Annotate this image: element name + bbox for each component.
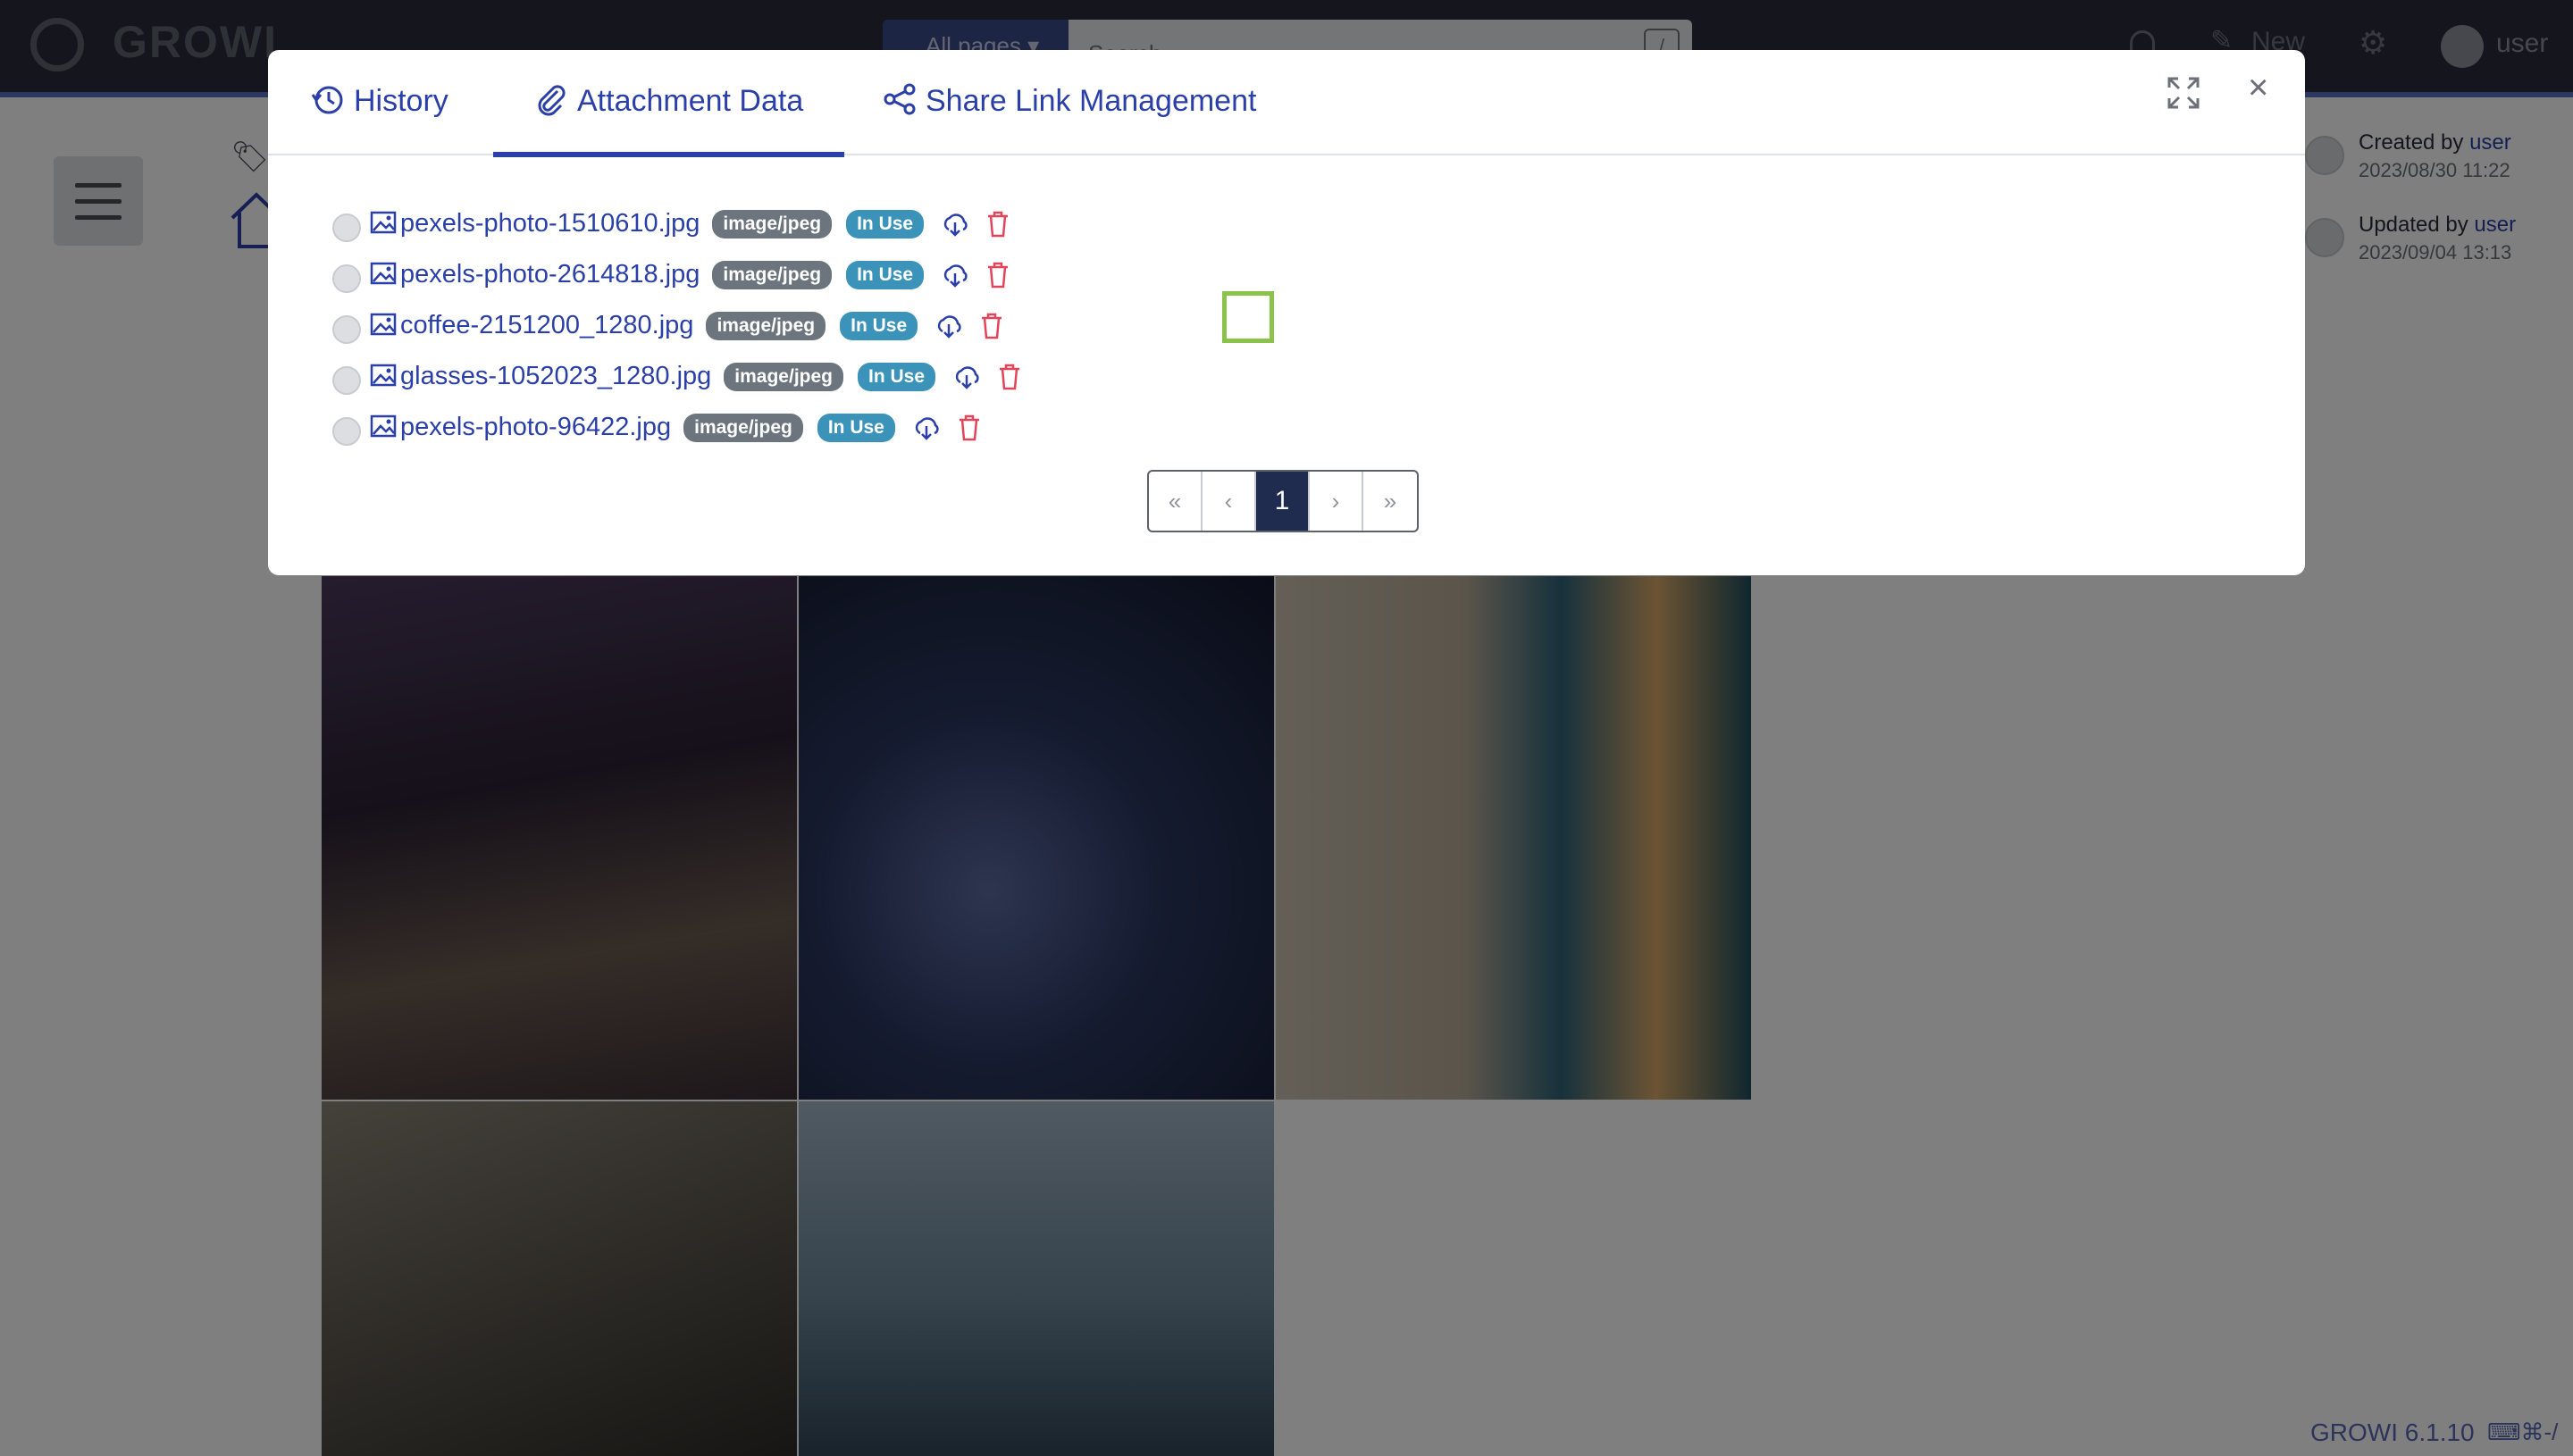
attachment-list: pexels-photo-1510610.jpg image/jpeg In Use… — [332, 198, 1023, 453]
attachment-link[interactable]: pexels-photo-96422.jpg — [400, 413, 671, 442]
attachment-row: coffee-2151200_1280.jpg image/jpeg In Use — [332, 300, 1023, 351]
uploader-avatar — [332, 213, 361, 242]
mime-type-badge: image/jpeg — [712, 260, 833, 289]
expand-icon[interactable] — [2166, 75, 2201, 111]
mime-type-badge: image/jpeg — [706, 311, 826, 340]
image-icon — [370, 262, 397, 284]
uploader-avatar — [332, 416, 361, 446]
tab-share-link-management[interactable]: Share Link Management — [883, 50, 1256, 155]
page-prev-button[interactable]: ‹ — [1203, 472, 1256, 531]
image-icon — [370, 313, 397, 335]
download-icon[interactable] — [953, 364, 980, 389]
modal-tab-bar: History Attachment Data Share Link Manag… — [268, 50, 2305, 157]
close-icon[interactable]: × — [2248, 70, 2268, 105]
paperclip-icon — [538, 85, 566, 116]
mime-type-badge: image/jpeg — [712, 209, 833, 238]
delete-highlight — [1222, 291, 1274, 343]
mime-type-badge: image/jpeg — [724, 362, 843, 391]
uploader-avatar — [332, 365, 361, 395]
attachment-link[interactable]: glasses-1052023_1280.jpg — [400, 362, 711, 391]
download-icon[interactable] — [942, 212, 968, 237]
tab-history[interactable]: History — [311, 50, 448, 155]
attachment-row: pexels-photo-96422.jpg image/jpeg In Use — [332, 402, 1023, 453]
attachment-row: glasses-1052023_1280.jpg image/jpeg In Use — [332, 351, 1023, 402]
history-icon — [311, 86, 343, 114]
page-accessories-modal: History Attachment Data Share Link Manag… — [268, 50, 2305, 575]
tab-history-label: History — [354, 84, 448, 118]
trash-icon[interactable] — [996, 363, 1023, 391]
trash-icon[interactable] — [985, 261, 1011, 289]
attachment-link[interactable]: coffee-2151200_1280.jpg — [400, 311, 693, 340]
image-icon — [370, 364, 397, 386]
attachment-link[interactable]: pexels-photo-1510610.jpg — [400, 209, 700, 238]
uploader-avatar — [332, 264, 361, 293]
mime-type-badge: image/jpeg — [683, 413, 803, 442]
in-use-badge: In Use — [858, 362, 936, 391]
in-use-badge: In Use — [817, 413, 895, 442]
in-use-badge: In Use — [846, 209, 925, 238]
image-icon — [370, 211, 397, 233]
trash-icon[interactable] — [956, 414, 983, 442]
download-icon[interactable] — [913, 415, 940, 440]
share-icon — [884, 83, 916, 115]
pagination: « ‹ 1 › » — [1147, 470, 1419, 532]
page-last-button[interactable]: » — [1363, 472, 1417, 531]
uploader-avatar — [332, 314, 361, 344]
image-icon — [370, 414, 397, 437]
download-icon[interactable] — [935, 314, 962, 339]
page-next-button[interactable]: › — [1310, 472, 1363, 531]
tab-share-label: Share Link Management — [926, 84, 1257, 118]
attachment-row: pexels-photo-2614818.jpg image/jpeg In Use — [332, 249, 1023, 300]
in-use-badge: In Use — [840, 311, 918, 340]
download-icon[interactable] — [942, 263, 968, 288]
page-first-button[interactable]: « — [1149, 472, 1203, 531]
tab-attachment-data[interactable]: Attachment Data — [492, 50, 845, 157]
attachment-row: pexels-photo-1510610.jpg image/jpeg In Use — [332, 198, 1023, 249]
in-use-badge: In Use — [846, 260, 925, 289]
trash-icon[interactable] — [985, 210, 1011, 238]
attachment-link[interactable]: pexels-photo-2614818.jpg — [400, 260, 700, 289]
page-current-button[interactable]: 1 — [1256, 472, 1310, 531]
trash-icon[interactable] — [978, 312, 1005, 340]
tab-attachment-data-label: Attachment Data — [577, 84, 804, 118]
